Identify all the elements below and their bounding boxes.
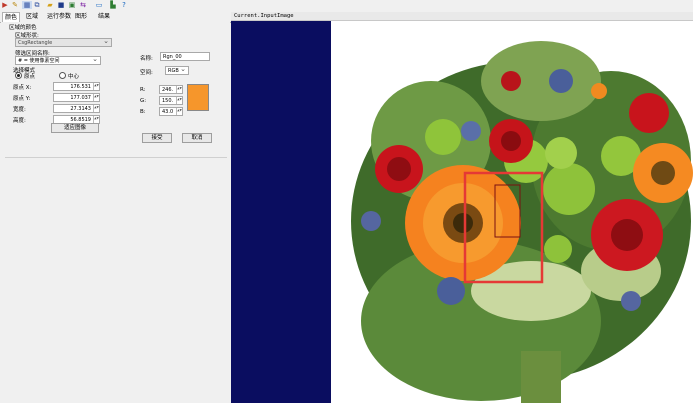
spinner-icon[interactable]: ▲▼ — [93, 94, 99, 101]
mode-origin-radio[interactable]: 原点 — [15, 72, 35, 80]
image-display[interactable] — [231, 21, 693, 403]
b-input[interactable]: 43.0 ▲▼ — [159, 107, 183, 116]
panel-divider — [5, 157, 227, 158]
space-dropdown[interactable]: RGB — [165, 66, 189, 75]
space-label: 空间: — [140, 70, 153, 76]
flower-bouquet-image — [231, 21, 693, 403]
radio-empty-icon — [59, 72, 66, 79]
radio-selected-icon — [15, 72, 22, 79]
name-label: 名称: — [140, 56, 153, 62]
origin-y-label: 原点 Y: — [13, 96, 31, 102]
color-panel: 区域的颜色 区域形状: CsgRectangle 筛选区间名称: # = 使用像… — [1, 22, 230, 403]
copy-icon[interactable]: ⧉ — [33, 1, 41, 9]
height-label: 高度: — [13, 118, 26, 124]
origin-x-label: 原点 X: — [13, 85, 32, 91]
image-window-title: Current.InputImage — [231, 12, 693, 21]
pen-icon[interactable]: ✎ — [11, 1, 19, 9]
spinner-icon[interactable]: ▲▼ — [176, 86, 182, 93]
r-label: R: — [140, 87, 146, 93]
spinner-icon[interactable]: ▲▼ — [176, 97, 182, 104]
tab-region[interactable]: 区域 — [24, 12, 40, 22]
origin-y-input[interactable]: 177.037 ▲▼ — [53, 93, 100, 102]
chart-icon[interactable]: ▙ — [109, 1, 117, 9]
filter-dropdown[interactable]: # = 使用像素空间 — [15, 56, 101, 65]
name-input[interactable]: Rgn_00 — [160, 52, 210, 61]
spinner-icon[interactable]: ▲▼ — [93, 105, 99, 112]
b-label: B: — [140, 109, 146, 115]
g-label: G: — [140, 98, 147, 104]
origin-x-input[interactable]: 176.531 ▲▼ — [53, 82, 100, 91]
section-title: 区域的颜色 — [9, 25, 37, 31]
color-swatch — [187, 84, 209, 111]
tab-graphics[interactable]: 图形 — [73, 12, 89, 22]
help-icon[interactable]: ? — [120, 1, 128, 9]
save-icon[interactable]: ■ — [57, 1, 65, 9]
width-input[interactable]: 27.3143 ▲▼ — [53, 104, 100, 113]
flip-icon[interactable]: ⇆ — [79, 1, 87, 9]
spinner-icon[interactable]: ▲▼ — [93, 83, 99, 90]
image-icon[interactable]: ▣ — [68, 1, 76, 9]
cancel-button[interactable]: 取消 — [182, 133, 212, 143]
tab-run-params[interactable]: 运行参数 — [45, 12, 73, 22]
tab-results[interactable]: 结果 — [96, 12, 112, 22]
spinner-icon[interactable]: ▲▼ — [176, 108, 182, 115]
play-icon[interactable]: ▶ — [1, 1, 9, 9]
accept-button[interactable]: 接受 — [142, 133, 172, 143]
toolbar: ▶ ✎ ▦ ⧉ ▰ ■ ▣ ⇆ ▭ ▙ ? — [0, 0, 693, 11]
folder-icon[interactable]: ▰ — [46, 1, 54, 9]
shape-dropdown[interactable]: CsgRectangle — [15, 38, 112, 47]
r-input[interactable]: 246. ▲▼ — [159, 85, 183, 94]
g-input[interactable]: 150. ▲▼ — [159, 96, 183, 105]
grid-icon[interactable]: ▦ — [22, 1, 32, 9]
fit-image-button[interactable]: 适应图像 — [51, 123, 99, 133]
width-label: 宽度: — [13, 107, 26, 113]
mode-center-radio[interactable]: 中心 — [59, 72, 79, 80]
display-icon[interactable]: ▭ — [95, 1, 103, 9]
